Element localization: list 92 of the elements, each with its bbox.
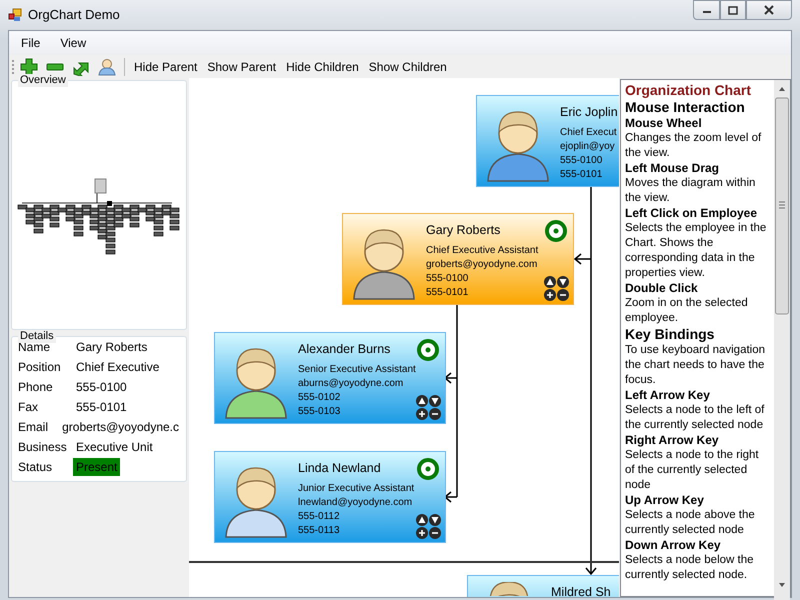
target-icon[interactable] [417,339,439,361]
help-text: Zoom in on the selected employee. [625,296,749,326]
employee-email: ejoplin@yoy [560,140,615,154]
field-label: Email [18,419,50,436]
field-label: Fax [18,399,40,416]
employee-title: Chief Executive Assistant [426,244,538,258]
field-value: Executive Unit [75,439,154,456]
employee-fax: 555-0113 [298,524,340,538]
move-up-button[interactable] [416,395,428,407]
employee-name: Alexander Burns [298,341,390,358]
field-value: Gary Roberts [75,339,148,356]
close-button[interactable] [746,0,792,20]
toolbar-button[interactable]: Show Children [364,56,451,76]
employee-fax: 555-0103 [298,405,340,419]
close-icon[interactable] [764,5,774,15]
employee-card[interactable]: Linda Newland Junior Executive Assistant lnewland@yoyodyne.com 555-0112 555-0113 [214,451,446,543]
toolbar-button[interactable]: Hide Children [282,56,363,76]
employee-name: Gary Roberts [426,222,500,239]
employee-title: Chief Execut [560,126,617,140]
field-label: Status [18,459,54,476]
minimize-button[interactable] [693,0,720,20]
expand-button[interactable] [416,408,428,420]
connector-arrow [444,491,458,503]
employee-phone: 555-0112 [298,510,340,524]
maximize-icon[interactable] [728,6,738,14]
help-subheading: Left Arrow Key [625,388,711,403]
employee-card[interactable]: Alexander Burns Senior Executive Assistant aburns@yoyodyne.com 555-0102 555-0103 [214,332,446,424]
toolbar-button[interactable]: Show Parent [203,56,280,76]
help-subheading: Mouse Wheel [625,116,703,131]
employee-phone: 555-0102 [298,391,340,405]
help-text: Moves the diagram within the view. [625,176,756,206]
collapse-button[interactable] [429,527,441,539]
app-icon [8,8,22,22]
collapse-button[interactable] [557,289,569,301]
field-label: Position [18,359,62,376]
field-value: groberts@yoyodyne.c [61,419,180,436]
employee-fax: 555-0101 [560,168,602,182]
employee-title: Senior Executive Assistant [298,363,416,377]
group-title: Overview [18,74,68,87]
employee-email: groberts@yoyodyne.com [426,258,538,272]
expand-button[interactable] [416,527,428,539]
connector-arrow [444,372,458,384]
help-text: Selects a node to the right of the currently selected node [625,448,760,493]
help-subheading: Down Arrow Key [625,538,722,553]
employee-fax: 555-0101 [426,286,468,300]
help-text: Selects a node to the left of the currently selected node [625,403,766,433]
field-label: Business [18,439,68,456]
help-text: Selects a node above the currently selected node [625,508,756,538]
status-badge: Present [73,458,120,476]
employee-phone: 555-0100 [426,272,468,286]
help-heading: Mouse Interaction [625,99,746,116]
employee-card[interactable]: Eric Joplin Chief Execut ejoplin@yoy 555-0100 555-0101 [476,95,619,187]
employee-card[interactable]: Gary Roberts Chief Executive Assistant groberts@yoyodyne.com 555-0100 555-0101 [342,213,574,305]
help-title: Organization Chart [625,82,752,99]
field-label: Phone [18,379,54,396]
employee-name: Eric Joplin [560,104,618,121]
employee-email: aburns@yoyodyne.com [298,377,404,391]
expand-button[interactable] [544,289,556,301]
employee-name: Mildred Sh [551,584,611,597]
help-subheading: Left Click on Employee [625,206,758,221]
field-value: 555-0100 [75,379,128,396]
help-heading: Key Bindings [625,326,716,343]
help-subheading: Right Arrow Key [625,433,720,448]
employee-phone: 555-0100 [560,154,602,168]
employee-email: lnewland@yoyodyne.com [298,496,412,510]
collapse-button[interactable] [429,408,441,420]
employee-card[interactable]: Mildred Sh [467,575,619,597]
window-title: OrgChart Demo [28,6,120,24]
menu-item[interactable]: View [52,32,94,54]
help-text: To use keyboard navigation the chart needs to have the focus. [625,343,766,388]
menu-item[interactable]: File [13,32,48,54]
maximize-button[interactable] [720,0,746,20]
help-subheading: Double Click [625,281,699,296]
help-subheading: Up Arrow Key [625,493,705,508]
target-icon[interactable] [417,458,439,480]
move-down-button[interactable] [429,514,441,526]
target-icon[interactable] [545,220,567,242]
move-up-button[interactable] [544,276,556,288]
employee-title: Junior Executive Assistant [298,482,414,496]
group-title: Details [18,330,56,343]
employee-name: Linda Newland [298,460,381,477]
help-text: Changes the zoom level of the view. [625,131,762,161]
toolbar-grip [11,58,15,76]
help-text: Selects a node below the currently selected node. [625,553,755,583]
help-text: Selects the employee in the Chart. Shows the corresponding data in the properties view. [625,221,768,281]
field-value: 555-0101 [75,399,128,416]
field-value: Chief Executive [75,359,160,376]
toolbar-button[interactable]: Hide Parent [130,56,202,76]
move-down-button[interactable] [557,276,569,288]
help-subheading: Left Mouse Drag [625,161,720,176]
move-down-button[interactable] [429,395,441,407]
move-up-button[interactable] [416,514,428,526]
